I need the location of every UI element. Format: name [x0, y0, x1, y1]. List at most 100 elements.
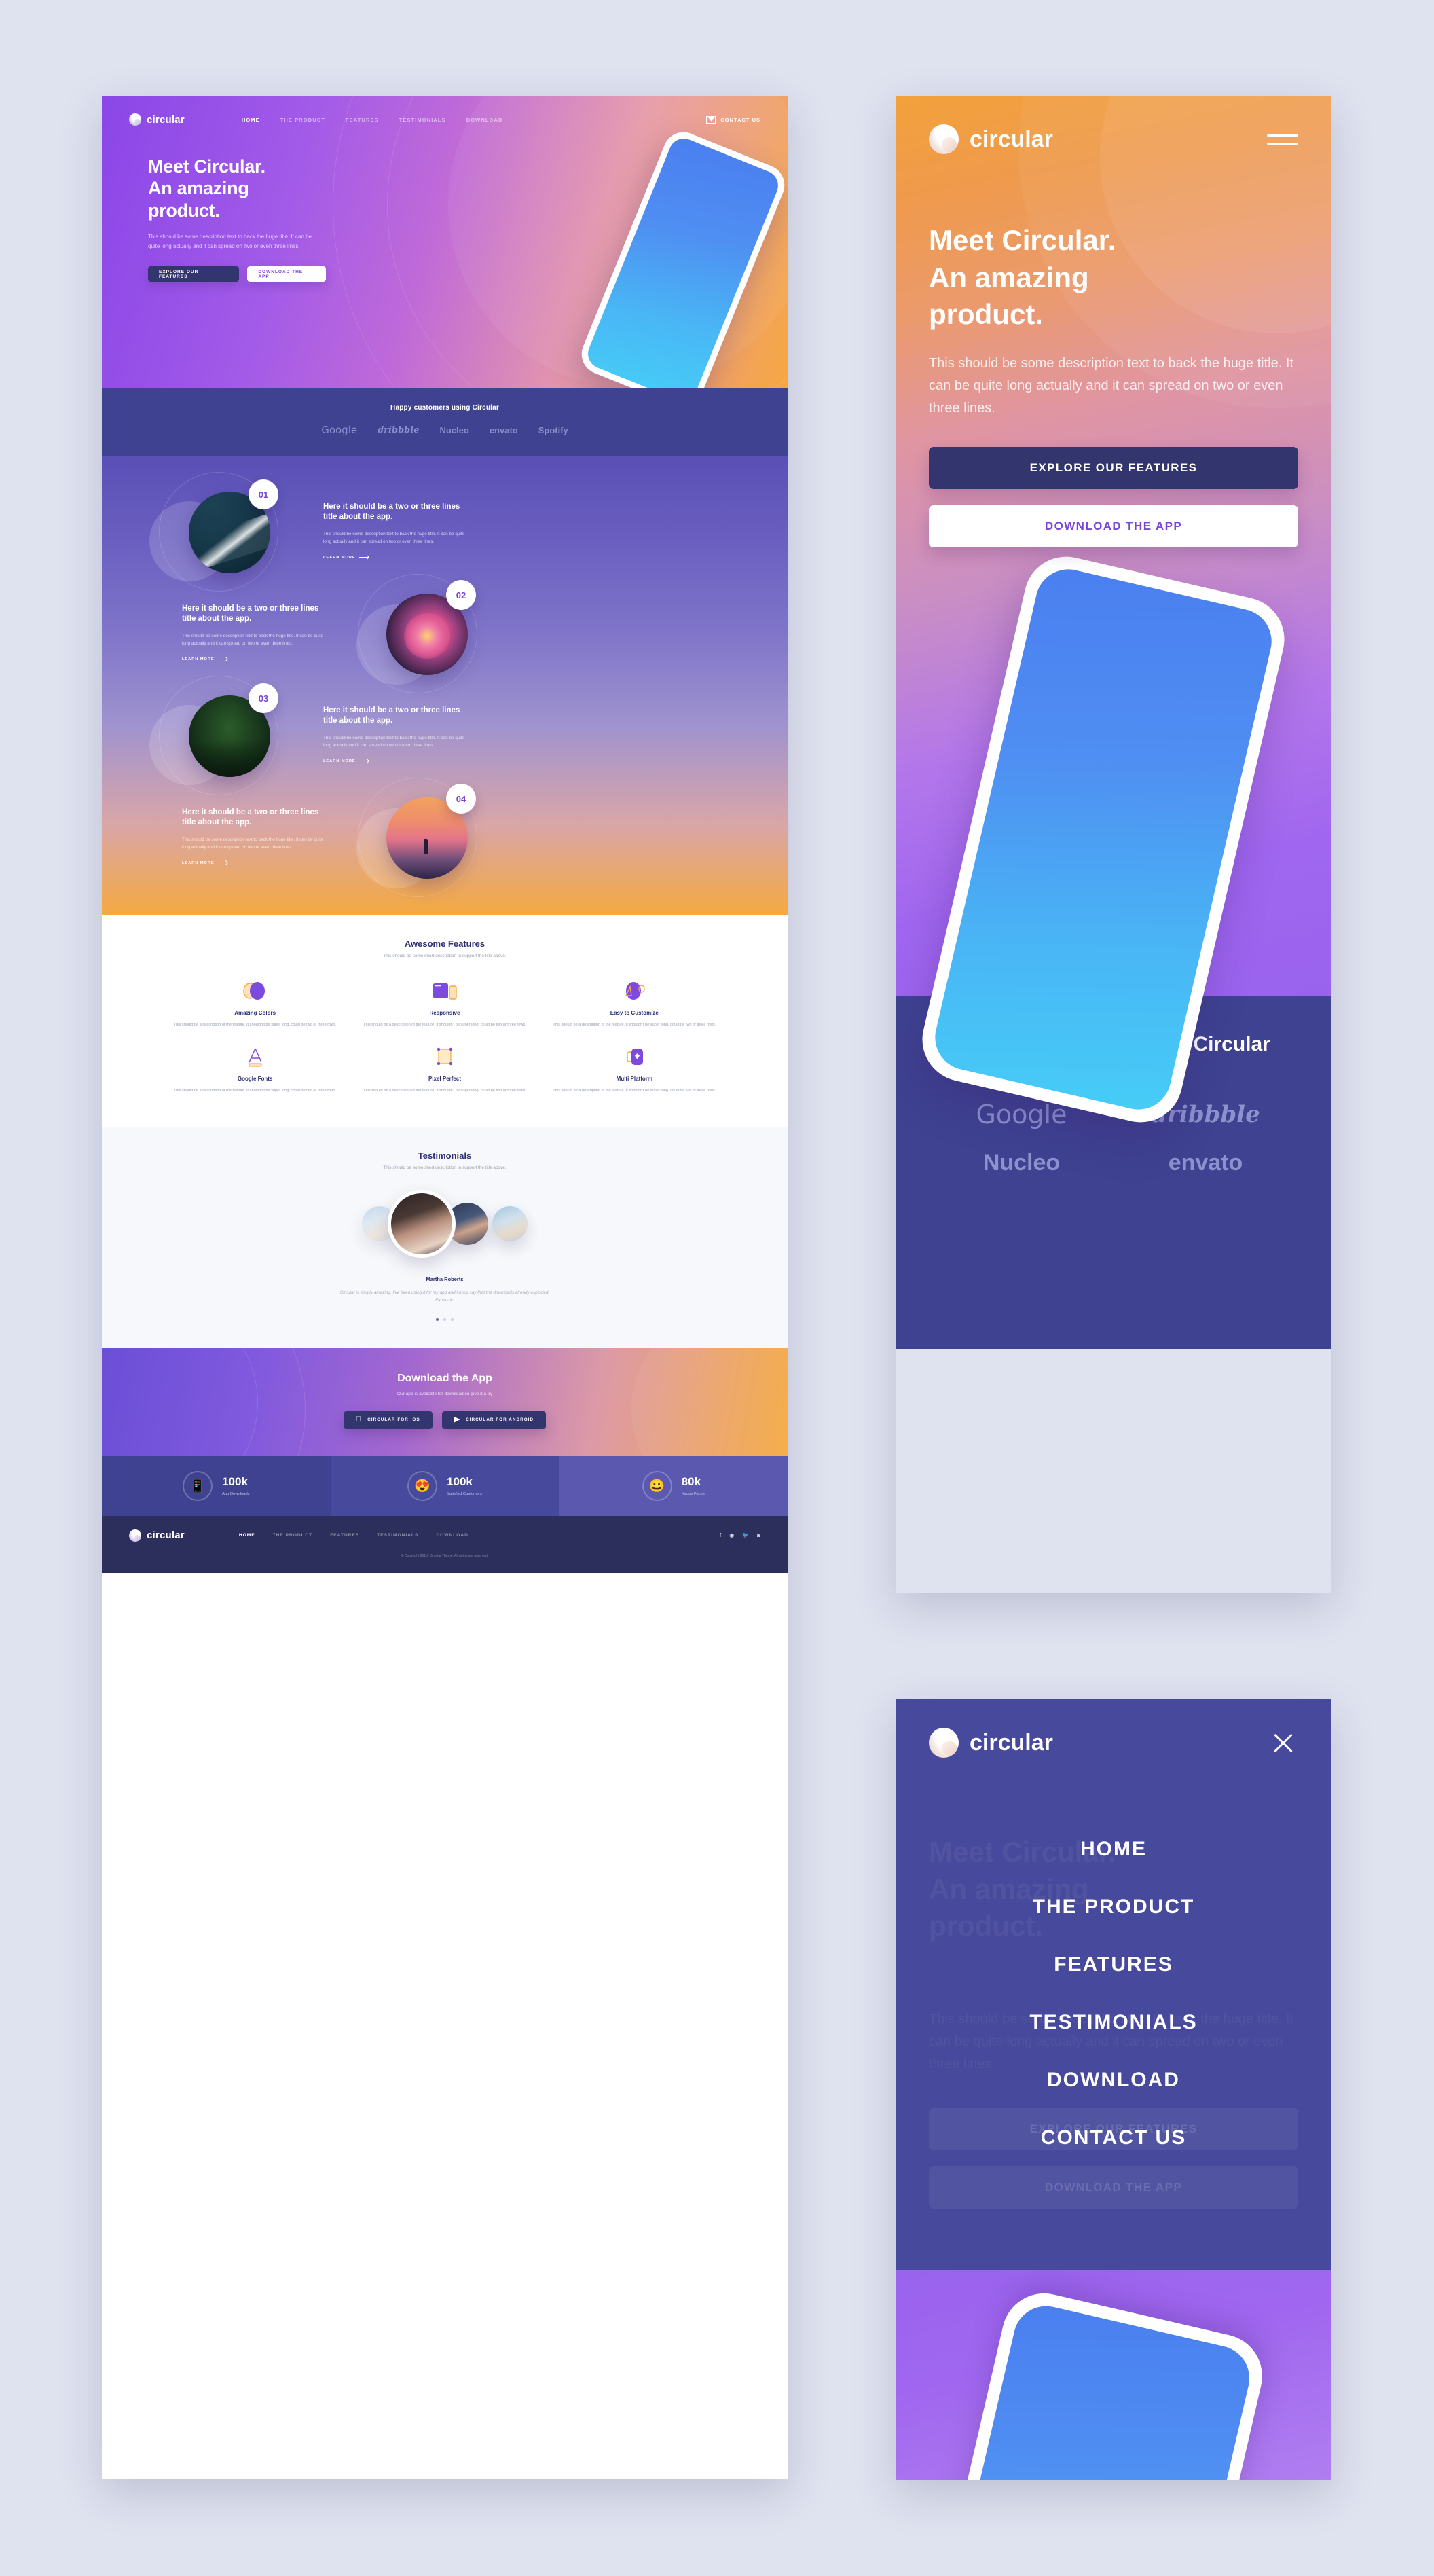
mobile-logo-label: circular: [970, 126, 1053, 152]
nav-item-features[interactable]: FEATURES: [346, 117, 379, 123]
learn-more-label: LEARN MORE: [323, 555, 356, 560]
download-the-app-button[interactable]: DOWNLOAD THE APP: [247, 266, 326, 283]
circular-for-android-button[interactable]: ▶ CIRCULAR FOR ANDROID: [441, 1411, 547, 1429]
mobile-menu-item-features[interactable]: FEATURES: [896, 1953, 1331, 1976]
desktop-customers-section: Happy customers using Circular Google dr…: [102, 388, 788, 456]
desktop-stats-section: 📱 100k App Downloads 😍 100k Satisfied Cu…: [102, 1455, 788, 1516]
footer-logo[interactable]: circular: [129, 1529, 185, 1542]
desktop-navbar: circular HOME THE PRODUCT FEATURES TESTI…: [102, 96, 788, 126]
stat-value: 100k: [222, 1474, 248, 1488]
instagram-icon[interactable]: ◙: [757, 1532, 760, 1538]
feature-title: Pixel Perfect: [428, 1076, 461, 1083]
decorative-ring: [631, 1347, 788, 1456]
mobile-hero-title-line-3: product.: [929, 298, 1043, 331]
mobile-menu-navbar: circular: [896, 1699, 1331, 1758]
feature-title: Amazing Colors: [234, 1010, 276, 1016]
mobile-phone-mockup: [936, 2285, 1271, 2480]
footer-item-download[interactable]: DOWNLOAD: [436, 1533, 468, 1538]
desktop-hero-section: circular HOME THE PRODUCT FEATURES TESTI…: [102, 96, 788, 388]
mobile-explore-our-features-button[interactable]: EXPLORE OUR FEATURES: [929, 446, 1298, 489]
mobile-menu-logo-label: circular: [970, 1729, 1053, 1756]
twitter-icon[interactable]: 🐦: [742, 1532, 749, 1538]
contact-us-link[interactable]: CONTACT US: [706, 115, 760, 124]
spotify-logo: Spotify: [538, 424, 568, 435]
decorative-ring: [102, 1347, 258, 1456]
step-learn-more-link[interactable]: LEARN MORE: [182, 657, 227, 661]
mobile-menu-item-download[interactable]: DOWNLOAD: [896, 2069, 1331, 2092]
android-button-label: CIRCULAR FOR ANDROID: [462, 1417, 533, 1423]
step-learn-more-link[interactable]: LEARN MORE: [323, 759, 369, 763]
desktop-steps-section: 01 Here it should be a two or three line…: [102, 456, 788, 915]
carousel-dot[interactable]: [436, 1318, 439, 1321]
easy-to-customize-icon: [552, 976, 717, 1006]
desktop-hero-content: Meet Circular. An amazing product. This …: [102, 126, 326, 283]
hamburger-menu-icon[interactable]: [1267, 128, 1298, 151]
circular-logo-icon: [129, 1529, 141, 1542]
carousel-dots[interactable]: [102, 1318, 788, 1321]
nav-item-the-product[interactable]: THE PRODUCT: [280, 117, 325, 123]
footer-item-home[interactable]: HOME: [239, 1533, 255, 1538]
hero-description: This should be some description text to …: [148, 234, 312, 250]
mobile-menu-preview: Meet Circular. An amazing product. This …: [896, 1699, 1331, 2480]
step-number-badge: 01: [249, 479, 278, 509]
mobile-hero-title-line-2: An amazing: [929, 261, 1089, 293]
step-learn-more-link[interactable]: LEARN MORE: [182, 861, 227, 865]
step-learn-more-link[interactable]: LEARN MORE: [323, 556, 369, 560]
ghost-download-the-app-button: DOWNLOAD THE APP: [929, 2166, 1298, 2209]
nucleo-logo: Nucleo: [982, 1149, 1061, 1176]
stat-card: 😍 100k Satisfied Customers: [330, 1455, 559, 1516]
mobile-menu-item-testimonials[interactable]: TESTIMONIALS: [896, 2011, 1331, 2034]
feature-card: Amazing Colors This should be a descript…: [160, 976, 350, 1038]
screenshot-stage: circular HOME THE PRODUCT FEATURES TESTI…: [0, 0, 1434, 2576]
desktop-download-section: Download the App Our app is available fo…: [102, 1347, 788, 1456]
carousel-dot[interactable]: [443, 1318, 446, 1321]
footer-item-features[interactable]: FEATURES: [330, 1533, 359, 1538]
carousel-dot[interactable]: [451, 1318, 454, 1321]
mobile-download-the-app-button[interactable]: DOWNLOAD THE APP: [929, 505, 1298, 547]
mobile-menu-item-the-product[interactable]: THE PRODUCT: [896, 1895, 1331, 1919]
footer-item-testimonials[interactable]: TESTIMONIALS: [377, 1533, 418, 1538]
testimonial-avatar-carousel[interactable]: [102, 1186, 788, 1261]
footer-menu: HOME THE PRODUCT FEATURES TESTIMONIALS D…: [239, 1533, 468, 1538]
feature-title: Responsive: [429, 1010, 460, 1016]
stat-label: App Downloads: [222, 1491, 250, 1496]
footer-logo-label: circular: [147, 1529, 185, 1542]
stat-label: Satisfied Customers: [447, 1491, 482, 1496]
avatar[interactable]: [492, 1205, 528, 1241]
ios-button-label: CIRCULAR FOR IOS: [364, 1417, 419, 1423]
circular-for-ios-button[interactable]:  CIRCULAR FOR IOS: [343, 1411, 433, 1429]
store-button-group:  CIRCULAR FOR IOS ▶ CIRCULAR FOR ANDROI…: [102, 1411, 788, 1429]
testimonials-subtitle: This should be some short description to…: [383, 1165, 507, 1170]
desktop-preview: circular HOME THE PRODUCT FEATURES TESTI…: [102, 96, 788, 2479]
hero-title: Meet Circular. An amazing product.: [148, 156, 326, 221]
mobile-menu-item-home[interactable]: HOME: [896, 1838, 1331, 1861]
dribbble-logo: dribbble: [378, 424, 420, 435]
mobile-menu-item-contact-us[interactable]: CONTACT US: [896, 2126, 1331, 2149]
nav-item-home[interactable]: HOME: [242, 117, 260, 123]
feature-description: This should be a description of the feat…: [173, 1089, 337, 1093]
facebook-icon[interactable]: f: [720, 1532, 721, 1538]
step-item: 01 Here it should be a two or three line…: [102, 472, 788, 592]
logo[interactable]: circular: [129, 113, 185, 126]
close-icon[interactable]: [1268, 1728, 1298, 1758]
avatar-active[interactable]: [388, 1189, 456, 1258]
mobile-hero-button-group: EXPLORE OUR FEATURES DOWNLOAD THE APP: [896, 420, 1331, 547]
feature-card: Responsive This should be a description …: [350, 976, 539, 1038]
nav-item-download[interactable]: DOWNLOAD: [466, 117, 503, 123]
feature-description: This should be a description of the feat…: [363, 1023, 526, 1027]
feature-description: This should be a description of the feat…: [553, 1089, 716, 1093]
multi-platform-icon: [552, 1042, 717, 1072]
feature-card: Google Fonts This should be a descriptio…: [160, 1042, 350, 1104]
mobile-hero-title: Meet Circular. An amazing product.: [896, 154, 1331, 333]
nav-item-testimonials[interactable]: TESTIMONIALS: [399, 117, 446, 123]
mobile-hero-title-line-1: Meet Circular.: [929, 224, 1116, 256]
mobile-menu-list: HOME THE PRODUCT FEATURES TESTIMONIALS D…: [896, 1758, 1331, 2149]
play-store-icon: ▶: [450, 1415, 460, 1424]
learn-more-label: LEARN MORE: [323, 759, 356, 763]
circular-logo-icon: [129, 113, 141, 126]
dribbble-icon[interactable]: ◉: [729, 1532, 734, 1538]
explore-our-features-button[interactable]: EXPLORE OUR FEATURES: [148, 266, 240, 283]
footer-item-the-product[interactable]: THE PRODUCT: [273, 1533, 313, 1538]
learn-more-label: LEARN MORE: [182, 657, 215, 661]
step-number-badge: 04: [446, 784, 476, 814]
